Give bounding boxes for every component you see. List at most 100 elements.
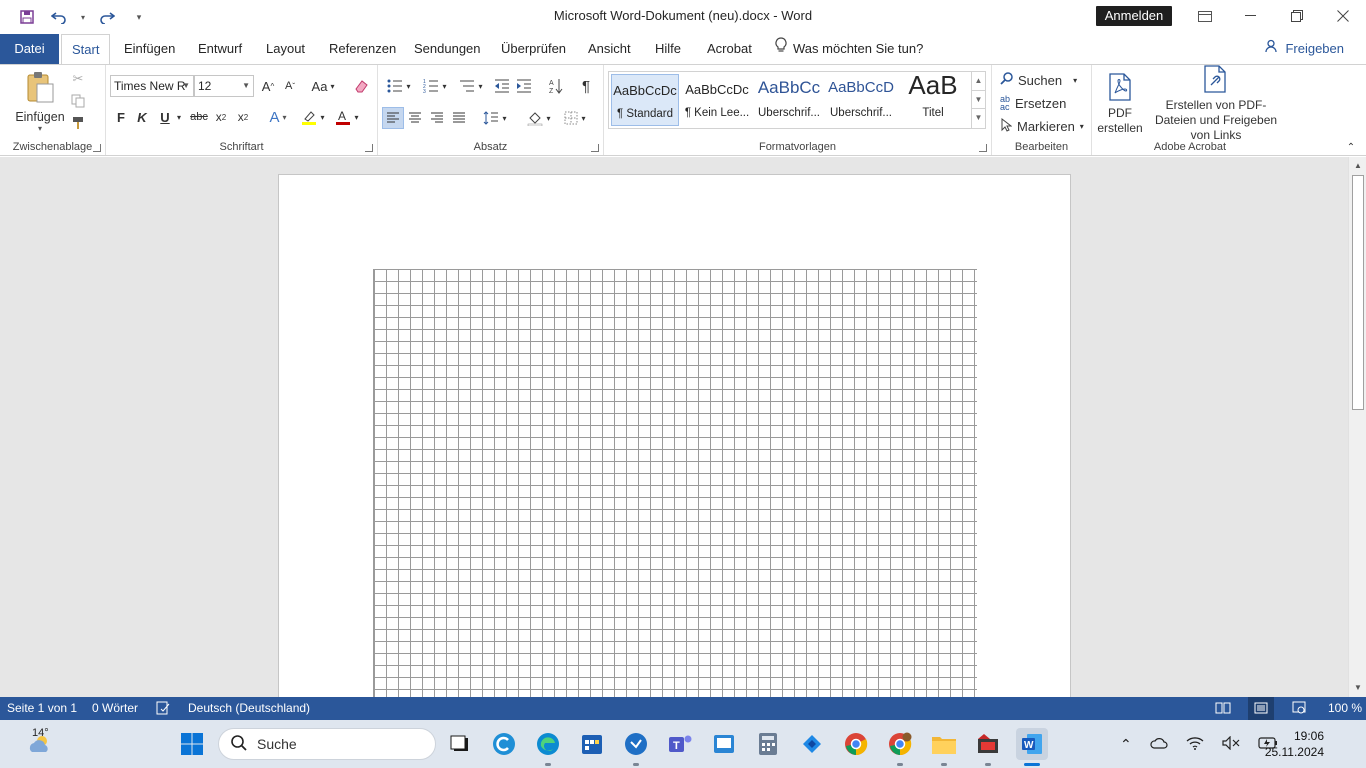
restore-icon[interactable]	[1274, 4, 1320, 28]
clock[interactable]: 19:06 25.11.2024	[1265, 728, 1324, 760]
task-view-icon[interactable]	[444, 728, 476, 760]
web-layout-icon[interactable]	[1292, 697, 1306, 720]
style-no-spacing[interactable]: AaBbCcDc ¶ Kein Lee...	[683, 74, 751, 126]
zoom-level[interactable]: 100 %	[1328, 697, 1362, 720]
word-taskbar-icon[interactable]: W	[1016, 728, 1048, 760]
teams-icon[interactable]: T	[664, 728, 696, 760]
style-title[interactable]: AaB Titel	[899, 70, 967, 126]
tab-help[interactable]: Hilfe	[645, 34, 691, 64]
text-effects-icon[interactable]: A ▾	[264, 107, 292, 127]
windows-start-icon[interactable]	[176, 728, 208, 760]
gallery-more-icon[interactable]: ▼	[972, 108, 985, 126]
chevron-down-icon[interactable]: ▼	[972, 90, 985, 108]
font-color-icon[interactable]: A ▾	[332, 107, 362, 127]
page-count[interactable]: Seite 1 von 1	[7, 697, 77, 720]
gallery-scroll[interactable]: ▲ ▼ ▼	[971, 72, 985, 128]
subscript-icon[interactable]: x2	[212, 107, 230, 127]
dialog-launcher-icon[interactable]	[93, 144, 101, 152]
show-formatting-marks-icon[interactable]: ¶	[576, 76, 596, 96]
bullets-icon[interactable]: ▾	[382, 76, 416, 96]
shield-app-icon[interactable]	[620, 728, 652, 760]
shading-icon[interactable]: ▾	[522, 107, 556, 129]
tell-me-search[interactable]: Was möchten Sie tun?	[775, 34, 923, 64]
tab-layout[interactable]: Layout	[256, 34, 315, 64]
numbering-icon[interactable]: 1 2 3 ▾	[418, 76, 452, 96]
print-layout-icon[interactable]	[1248, 697, 1274, 720]
chevron-up-icon[interactable]: ⌃	[1120, 736, 1132, 753]
volume-muted-icon[interactable]	[1222, 735, 1240, 753]
tab-references[interactable]: Referenzen	[319, 34, 406, 64]
justify-icon[interactable]	[448, 107, 470, 129]
tab-review[interactable]: Überprüfen	[491, 34, 576, 64]
vscode-icon[interactable]	[796, 728, 828, 760]
edge-browser-icon[interactable]	[532, 728, 564, 760]
change-case-icon[interactable]: Aa ▾	[308, 76, 338, 96]
style-heading-2[interactable]: AaBbCcD Überschrif...	[827, 74, 895, 126]
ribbon-display-options-icon[interactable]	[1182, 4, 1228, 28]
media-app-icon[interactable]	[972, 728, 1004, 760]
style-heading-1[interactable]: AaBbCc Überschrif...	[755, 74, 823, 126]
superscript-icon[interactable]: x2	[234, 107, 252, 127]
find-button[interactable]: Suchen ▾	[1000, 70, 1077, 90]
select-button[interactable]: Markieren ▾	[1000, 116, 1084, 136]
tab-design[interactable]: Entwurf	[188, 34, 252, 64]
sort-icon[interactable]: AZ	[546, 76, 566, 96]
scroll-up-icon[interactable]: ▲	[1349, 159, 1366, 173]
close-icon[interactable]	[1320, 4, 1366, 28]
tab-mailings[interactable]: Sendungen	[404, 34, 491, 64]
dialog-launcher-icon[interactable]	[591, 144, 599, 152]
language-indicator[interactable]: Deutsch (Deutschland)	[188, 697, 310, 720]
multilevel-list-icon[interactable]: ▾	[454, 76, 488, 96]
document-page[interactable]	[278, 174, 1071, 697]
cloud-icon[interactable]	[1150, 736, 1168, 752]
dialog-launcher-icon[interactable]	[365, 144, 373, 152]
create-pdf-button[interactable]: PDF erstellen	[1096, 71, 1144, 137]
proofing-icon[interactable]	[156, 697, 170, 720]
align-right-icon[interactable]	[426, 107, 448, 129]
tab-view[interactable]: Ansicht	[578, 34, 641, 64]
highlight-color-icon[interactable]: ▾	[298, 107, 328, 127]
increase-indent-icon[interactable]	[514, 76, 534, 96]
copy-icon[interactable]	[70, 93, 86, 109]
clear-formatting-icon[interactable]	[350, 76, 372, 96]
share-button[interactable]: Freigeben	[1265, 34, 1344, 64]
chevron-up-icon[interactable]: ▲	[972, 72, 985, 90]
grid-table[interactable]	[373, 269, 977, 697]
app-calendar-icon[interactable]	[576, 728, 608, 760]
chrome-icon[interactable]	[840, 728, 872, 760]
bold-button[interactable]: F	[112, 107, 130, 127]
tab-file[interactable]: Datei	[0, 34, 59, 64]
format-painter-icon[interactable]	[70, 115, 86, 131]
paste-button[interactable]: Einfügen ▾	[12, 69, 68, 135]
align-center-icon[interactable]	[404, 107, 426, 129]
grow-font-icon[interactable]: A ^	[258, 76, 278, 96]
cut-icon[interactable]: ✂	[70, 71, 86, 87]
chrome-profile-icon[interactable]	[884, 728, 916, 760]
signin-button[interactable]: Anmelden	[1096, 6, 1172, 26]
align-left-icon[interactable]	[382, 107, 404, 129]
chevron-down-icon[interactable]: ▾	[174, 107, 184, 127]
style-standard[interactable]: AaBbCcDc ¶ Standard	[611, 74, 679, 126]
underline-button[interactable]: U	[156, 107, 174, 127]
italic-button[interactable]: K	[133, 107, 151, 127]
borders-icon[interactable]: ▾	[558, 107, 592, 129]
create-share-pdf-button[interactable]: Erstellen von PDF-Dateien und Freigeben …	[1146, 65, 1286, 142]
tab-insert[interactable]: Einfügen	[114, 34, 185, 64]
strikethrough-icon[interactable]: abc	[188, 107, 210, 127]
tab-acrobat[interactable]: Acrobat	[697, 34, 762, 64]
read-mode-icon[interactable]	[1215, 697, 1231, 720]
decrease-indent-icon[interactable]	[492, 76, 512, 96]
taskbar-search[interactable]: Suche	[218, 728, 436, 760]
font-size-combo[interactable]: 12 ▼	[194, 75, 254, 97]
file-explorer-icon[interactable]	[928, 728, 960, 760]
scrollbar-thumb[interactable]	[1352, 175, 1364, 410]
minimize-icon[interactable]	[1228, 4, 1274, 28]
wifi-icon[interactable]	[1186, 736, 1204, 753]
word-count[interactable]: 0 Wörter	[92, 697, 138, 720]
dialog-launcher-icon[interactable]	[979, 144, 987, 152]
collapse-ribbon-icon[interactable]: ⌃	[1344, 141, 1358, 153]
scroll-down-icon[interactable]: ▼	[1349, 681, 1366, 695]
replace-button[interactable]: ab ac Ersetzen	[1000, 93, 1066, 113]
tab-start[interactable]: Start	[61, 34, 111, 65]
calculator-icon[interactable]	[752, 728, 784, 760]
